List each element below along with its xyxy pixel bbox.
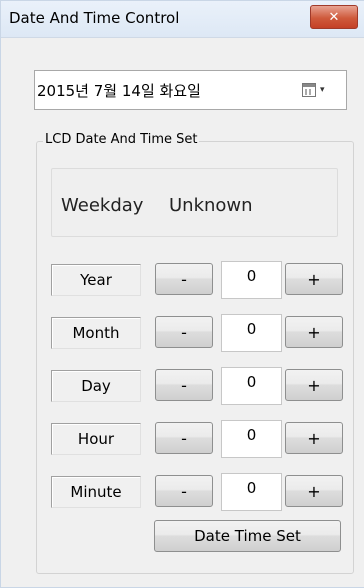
year-row: Year - 0 + (51, 261, 351, 299)
year-value[interactable]: 0 (221, 261, 282, 299)
minute-value[interactable]: 0 (221, 473, 282, 511)
day-value[interactable]: 0 (221, 367, 282, 405)
date-picker-value: 2015년 7월 14일 화요일 (37, 82, 201, 100)
hour-decrement-button[interactable]: - (155, 422, 213, 454)
month-increment-button[interactable]: + (285, 316, 343, 348)
minute-label: Minute (51, 476, 141, 508)
dialog-window: Date And Time Control ✕ 2015년 7월 14일 화요일… (0, 0, 364, 588)
close-button[interactable]: ✕ (310, 5, 358, 29)
chevron-down-icon: ▾ (320, 85, 325, 95)
hour-value[interactable]: 0 (221, 420, 282, 458)
calendar-dropdown-button[interactable]: ▾ (302, 81, 340, 99)
minute-row: Minute - 0 + (51, 473, 351, 511)
date-picker[interactable]: 2015년 7월 14일 화요일 ▾ (34, 70, 347, 110)
minute-decrement-button[interactable]: - (155, 475, 213, 507)
month-label: Month (51, 317, 141, 349)
date-time-set-button[interactable]: Date Time Set (154, 520, 341, 552)
day-label: Day (51, 370, 141, 402)
hour-increment-button[interactable]: + (285, 422, 343, 454)
month-decrement-button[interactable]: - (155, 316, 213, 348)
group-label: LCD Date And Time Set (43, 132, 200, 147)
day-increment-button[interactable]: + (285, 369, 343, 401)
year-label: Year (51, 264, 141, 296)
window-title: Date And Time Control (9, 9, 180, 27)
weekday-panel: Weekday Unknown (51, 168, 338, 237)
hour-row: Hour - 0 + (51, 420, 351, 458)
calendar-icon (302, 83, 316, 97)
year-decrement-button[interactable]: - (155, 263, 213, 295)
close-icon: ✕ (328, 9, 340, 25)
weekday-value: Unknown (169, 195, 253, 216)
month-value[interactable]: 0 (221, 314, 282, 352)
year-increment-button[interactable]: + (285, 263, 343, 295)
minute-increment-button[interactable]: + (285, 475, 343, 507)
hour-label: Hour (51, 423, 141, 455)
day-decrement-button[interactable]: - (155, 369, 213, 401)
title-bar[interactable]: Date And Time Control ✕ (1, 1, 364, 38)
day-row: Day - 0 + (51, 367, 351, 405)
lcd-date-time-group: LCD Date And Time Set Weekday Unknown Ye… (36, 132, 354, 574)
weekday-label: Weekday (61, 195, 144, 216)
month-row: Month - 0 + (51, 314, 351, 352)
